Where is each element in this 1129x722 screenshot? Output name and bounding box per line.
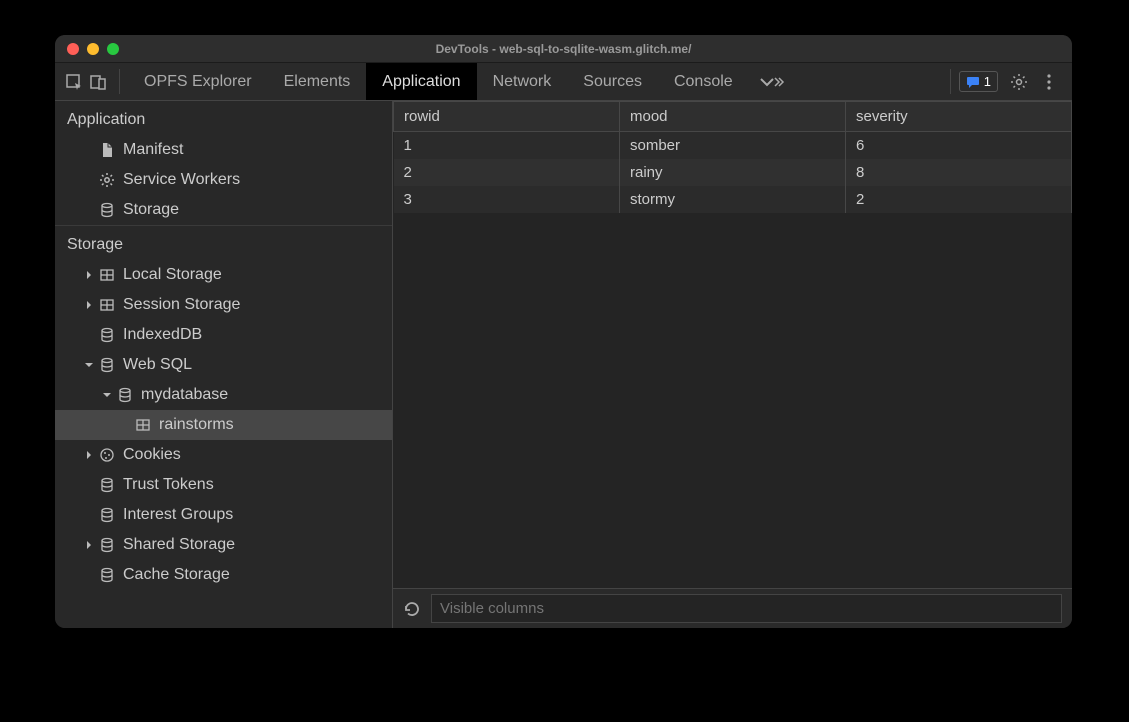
sidebar-item-label: Web SQL [123,356,192,374]
arrow-placeholder [83,204,95,216]
sidebar-item-cookies[interactable]: Cookies [55,440,392,470]
chevron-right-icon [83,299,95,311]
sidebar-item-label: mydatabase [141,386,228,404]
sidebar-item-label: Session Storage [123,296,240,314]
chevron-right-icon [83,269,95,281]
tab-opfs-explorer[interactable]: OPFS Explorer [128,63,268,100]
settings-icon[interactable] [1010,73,1028,91]
arrow-placeholder [83,329,95,341]
arrow-placeholder [83,569,95,581]
arrow-placeholder [83,509,95,521]
column-header[interactable]: severity [846,102,1072,132]
sidebar-item-label: rainstorms [159,416,234,434]
table-icon [97,297,117,313]
sidebar-item-local-storage[interactable]: Local Storage [55,260,392,290]
sidebar-item-label: Service Workers [123,171,240,189]
data-table-wrap: rowidmoodseverity 1somber62rainy83stormy… [393,101,1072,588]
table-cell: rainy [620,159,846,186]
chevron-right-icon [83,539,95,551]
sidebar-item-indexeddb[interactable]: IndexedDB [55,320,392,350]
tab-network[interactable]: Network [477,63,568,100]
sidebar-item-web-sql[interactable]: Web SQL [55,350,392,380]
tab-application[interactable]: Application [366,63,476,100]
database-icon [97,202,117,218]
sidebar-section-head: Storage [55,225,392,260]
sidebar-item-label: Trust Tokens [123,476,214,494]
sidebar-item-cache-storage[interactable]: Cache Storage [55,560,392,590]
table-icon [97,267,117,283]
table-cell: 2 [394,159,620,186]
sidebar-item-label: IndexedDB [123,326,202,344]
database-icon [97,567,117,583]
sidebar-item-label: Manifest [123,141,183,159]
table-cell: 8 [846,159,1072,186]
devtools-window: DevTools - web-sql-to-sqlite-wasm.glitch… [55,35,1072,628]
main-panel: Application Manifest Service Workers Storag… [55,101,1072,628]
file-icon [97,142,117,158]
tab-console[interactable]: Console [658,63,749,100]
sidebar-item-session-storage[interactable]: Session Storage [55,290,392,320]
sidebar-item-storage[interactable]: Storage [55,195,392,225]
sidebar-section-head: Application [55,101,392,135]
table-cell: 2 [846,186,1072,213]
visible-columns-input[interactable] [431,594,1062,623]
sidebar-item-trust-tokens[interactable]: Trust Tokens [55,470,392,500]
tab-sources[interactable]: Sources [567,63,658,100]
window-title: DevTools - web-sql-to-sqlite-wasm.glitch… [55,42,1072,56]
devtools-toolbar: OPFS Explorer Elements Application Netwo… [55,63,1072,101]
sidebar-item-rainstorms[interactable]: rainstorms [55,410,392,440]
table-row[interactable]: 3stormy2 [394,186,1072,213]
sidebar-item-label: Cache Storage [123,566,230,584]
window-titlebar: DevTools - web-sql-to-sqlite-wasm.glitch… [55,35,1072,63]
sidebar-item-label: Storage [123,201,179,219]
device-toggle-icon[interactable] [89,73,107,91]
table-footer [393,588,1072,628]
database-icon [97,357,117,373]
sidebar-item-label: Interest Groups [123,506,233,524]
issues-badge[interactable]: 1 [959,71,998,92]
arrow-placeholder [119,419,131,431]
table-panel: rowidmoodseverity 1somber62rainy83stormy… [393,101,1072,628]
more-tabs-icon[interactable] [749,63,795,100]
sidebar-item-label: Cookies [123,446,181,464]
more-options-icon[interactable] [1040,73,1058,91]
sidebar-item-shared-storage[interactable]: Shared Storage [55,530,392,560]
table-icon [133,417,153,433]
database-icon [97,477,117,493]
table-row[interactable]: 1somber6 [394,132,1072,160]
application-sidebar: Application Manifest Service Workers Storag… [55,101,393,628]
inspect-icon[interactable] [65,73,83,91]
sidebar-item-service-workers[interactable]: Service Workers [55,165,392,195]
sidebar-item-mydatabase[interactable]: mydatabase [55,380,392,410]
database-icon [97,507,117,523]
sidebar-item-interest-groups[interactable]: Interest Groups [55,500,392,530]
devtools-tabs: OPFS Explorer Elements Application Netwo… [128,63,942,100]
table-cell: somber [620,132,846,160]
table-cell: stormy [620,186,846,213]
database-icon [97,327,117,343]
sidebar-item-label: Local Storage [123,266,222,284]
refresh-icon[interactable] [403,600,421,618]
table-cell: 3 [394,186,620,213]
table-cell: 6 [846,132,1072,160]
issues-count: 1 [984,74,991,89]
arrow-placeholder [83,479,95,491]
arrow-placeholder [83,144,95,156]
tab-elements[interactable]: Elements [268,63,367,100]
column-header[interactable]: mood [620,102,846,132]
table-cell: 1 [394,132,620,160]
data-table: rowidmoodseverity 1somber62rainy83stormy… [393,101,1072,213]
cookie-icon [97,447,117,463]
sidebar-item-manifest[interactable]: Manifest [55,135,392,165]
chevron-down-icon [101,389,113,401]
database-icon [97,537,117,553]
arrow-placeholder [83,174,95,186]
sidebar-item-label: Shared Storage [123,536,235,554]
gear-icon [97,172,117,188]
table-row[interactable]: 2rainy8 [394,159,1072,186]
database-icon [115,387,135,403]
chevron-down-icon [83,359,95,371]
column-header[interactable]: rowid [394,102,620,132]
chevron-right-icon [83,449,95,461]
